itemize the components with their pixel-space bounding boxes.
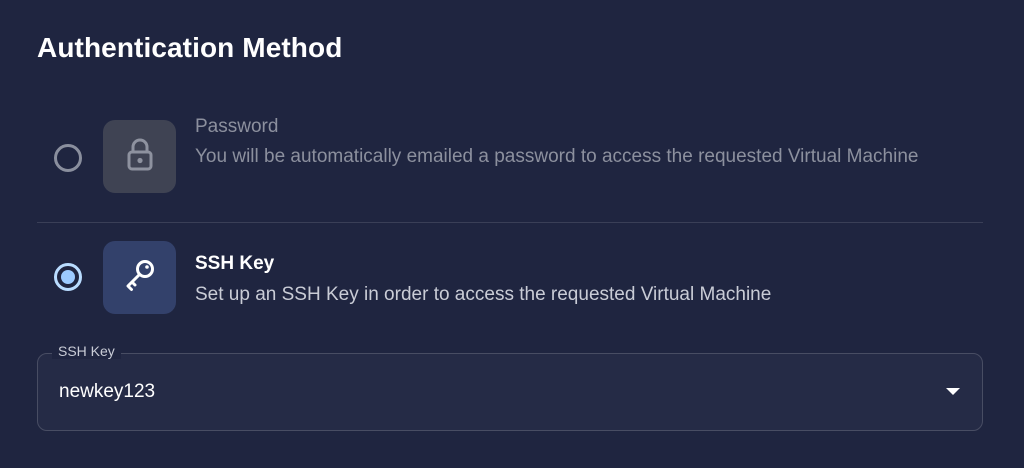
ssh-key-option-description: Set up an SSH Key in order to access the… (195, 284, 772, 305)
auth-method-panel: Authentication Method Password You will … (0, 0, 1024, 468)
ssh-key-radio[interactable] (54, 263, 82, 291)
ssh-key-select[interactable]: newkey123 (37, 353, 983, 431)
password-option-description: You will be automatically emailed a pass… (195, 146, 919, 167)
chevron-down-icon[interactable] (946, 388, 960, 395)
ssh-key-field-label: SSH Key (52, 343, 121, 359)
ssh-key-select-value: newkey123 (59, 381, 156, 402)
option-password[interactable]: Password You will be automatically email… (37, 114, 983, 222)
password-radio[interactable] (54, 144, 82, 172)
option-ssh-key[interactable]: SSH Key Set up an SSH Key in order to ac… (37, 236, 983, 322)
ssh-key-option-title: SSH Key (195, 253, 275, 274)
key-icon (121, 256, 159, 299)
section-title: Authentication Method (37, 32, 343, 63)
password-option-title: Password (195, 116, 279, 137)
options-divider (37, 222, 983, 223)
password-icon-tile (103, 120, 176, 193)
ssh-key-icon-tile (103, 241, 176, 314)
lock-icon (124, 136, 156, 177)
